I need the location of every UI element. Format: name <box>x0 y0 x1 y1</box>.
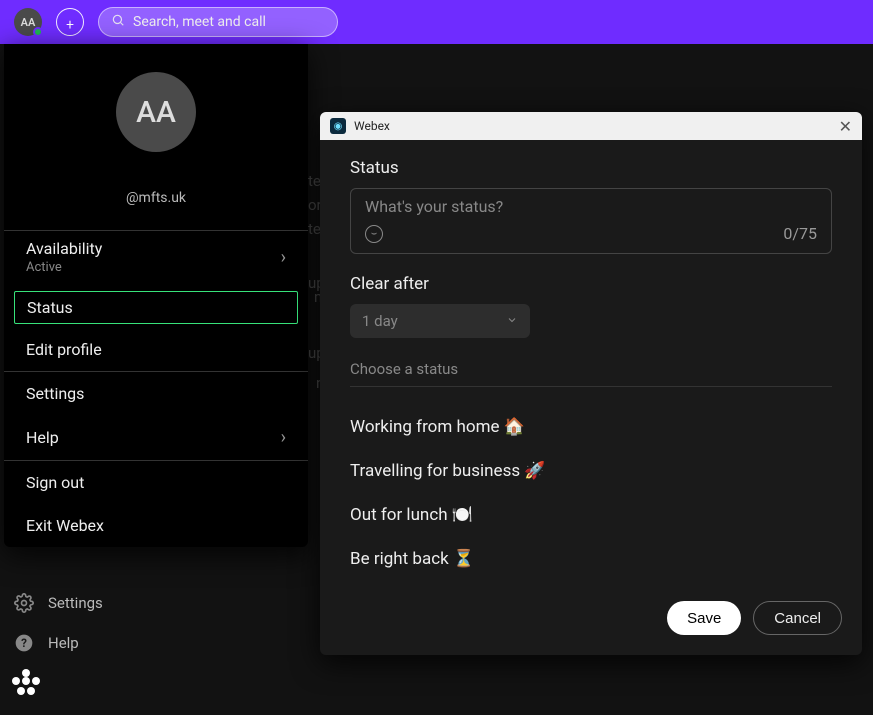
avatar-large-initials: AA <box>136 95 176 130</box>
status-input[interactable]: What's your status? ⌣ 0/75 <box>350 188 832 254</box>
menu-sign-out-label: Sign out <box>26 473 84 492</box>
status-option-travelling[interactable]: Travelling for business 🚀 <box>350 449 832 493</box>
sidebar-help-label: Help <box>48 634 79 652</box>
dialog-app-name: Webex <box>354 119 390 133</box>
status-option-label: Working from home <box>350 417 504 437</box>
menu-help[interactable]: Help › <box>4 415 308 460</box>
menu-edit-profile[interactable]: Edit profile <box>4 328 308 371</box>
status-placeholder: What's your status? <box>365 197 817 216</box>
status-dialog: ◉ Webex ✕ Status What's your status? ⌣ 0… <box>320 112 862 655</box>
house-icon: 🏠 <box>504 417 525 437</box>
menu-exit-label: Exit Webex <box>26 516 104 535</box>
profile-dropdown: AA @mfts.uk Availability Active › Status… <box>4 44 308 547</box>
clear-after-value: 1 day <box>362 312 398 330</box>
bottom-left-nav: Settings ? Help <box>12 591 103 695</box>
gear-icon <box>12 591 36 615</box>
choose-status-label: Choose a status <box>350 360 832 378</box>
dialog-titlebar: ◉ Webex ✕ <box>320 112 862 140</box>
menu-help-label: Help <box>26 428 59 447</box>
svg-text:?: ? <box>21 636 27 650</box>
menu-availability-value: Active <box>26 260 102 275</box>
apps-icon <box>12 671 40 695</box>
status-option-label: Be right back <box>350 549 453 569</box>
cancel-button[interactable]: Cancel <box>753 601 842 635</box>
status-option-wfh[interactable]: Working from home 🏠 <box>350 405 832 449</box>
divider <box>350 386 832 387</box>
status-option-label: Out for lunch <box>350 505 452 525</box>
menu-exit[interactable]: Exit Webex <box>4 504 308 547</box>
top-header: AA ﹢ Search, meet and call <box>0 0 873 44</box>
clear-after-label: Clear after <box>350 274 832 294</box>
hourglass-icon: ⏳ <box>453 549 474 569</box>
chevron-down-icon <box>506 312 518 330</box>
menu-availability-label: Availability <box>26 239 102 258</box>
sidebar-apps[interactable] <box>12 671 103 695</box>
emoji-picker-icon[interactable]: ⌣ <box>365 225 383 243</box>
search-icon <box>111 13 125 31</box>
save-button-label: Save <box>687 610 721 627</box>
sidebar-help[interactable]: ? Help <box>12 631 103 655</box>
search-input[interactable]: Search, meet and call <box>98 7 338 37</box>
new-action-button[interactable]: ﹢ <box>56 8 84 36</box>
status-heading: Status <box>350 158 832 178</box>
menu-settings-label: Settings <box>26 384 84 403</box>
menu-settings[interactable]: Settings <box>4 372 308 415</box>
char-count: 0/75 <box>783 224 817 243</box>
sidebar-settings[interactable]: Settings <box>12 591 103 615</box>
cancel-button-label: Cancel <box>774 610 821 627</box>
dialog-footer: Save Cancel <box>320 601 862 655</box>
rocket-icon: 🚀 <box>524 461 545 481</box>
status-option-brb[interactable]: Be right back ⏳ <box>350 537 832 581</box>
save-button[interactable]: Save <box>667 601 741 635</box>
avatar-small[interactable]: AA <box>14 8 42 36</box>
status-option-lunch[interactable]: Out for lunch 🍽️ <box>350 493 832 537</box>
help-icon: ? <box>12 631 36 655</box>
plus-icon: ﹢ <box>61 9 79 35</box>
menu-status-label: Status <box>27 298 73 317</box>
presence-indicator <box>33 27 43 37</box>
sidebar-settings-label: Settings <box>48 594 103 612</box>
clear-after-select[interactable]: 1 day <box>350 304 530 338</box>
search-placeholder: Search, meet and call <box>133 14 266 30</box>
avatar-large: AA <box>116 72 196 152</box>
chevron-right-icon: › <box>281 427 286 448</box>
close-icon[interactable]: ✕ <box>839 117 852 136</box>
webex-app-icon: ◉ <box>330 118 346 134</box>
chevron-right-icon: › <box>281 247 286 268</box>
profile-username: @mfts.uk <box>4 190 308 206</box>
bg-text: te <box>308 220 321 238</box>
status-option-label: Travelling for business <box>350 461 524 481</box>
menu-status[interactable]: Status <box>14 291 298 324</box>
avatar-initials: AA <box>21 16 36 29</box>
profile-header: AA @mfts.uk <box>4 44 308 230</box>
menu-availability[interactable]: Availability Active › <box>4 231 308 287</box>
bg-text: te <box>308 172 321 190</box>
menu-sign-out[interactable]: Sign out <box>4 461 308 504</box>
plate-icon: 🍽️ <box>452 505 473 525</box>
menu-edit-profile-label: Edit profile <box>26 340 102 359</box>
